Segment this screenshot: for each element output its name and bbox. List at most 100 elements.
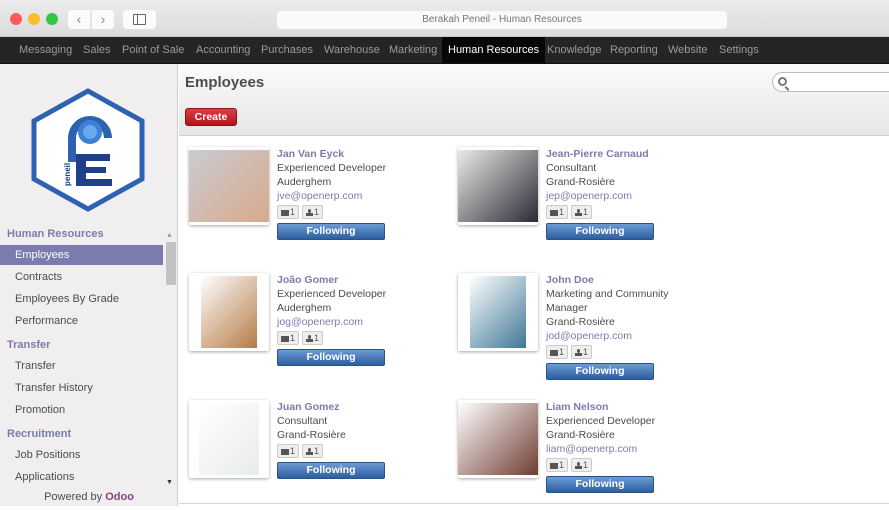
menu-sales[interactable]: Sales (83, 37, 111, 63)
sidebar-item-transfer[interactable]: Transfer (0, 356, 163, 376)
menu-website[interactable]: Website (668, 37, 708, 63)
menu-point-of-sale[interactable]: Point of Sale (122, 37, 184, 63)
menu-marketing[interactable]: Marketing (389, 37, 437, 63)
employee-photo[interactable] (189, 273, 269, 351)
messages-badge[interactable]: 1 (546, 345, 569, 359)
employee-photo[interactable] (458, 400, 538, 478)
employee-email[interactable]: jog@openerp.com (277, 315, 386, 329)
message-icon (550, 349, 558, 356)
close-window-button[interactable] (10, 13, 22, 25)
messages-badge[interactable]: 1 (277, 444, 300, 458)
employee-card[interactable]: John Doe Marketing and Community Manager G… (458, 273, 718, 383)
employee-name[interactable]: John Doe (546, 273, 676, 287)
employee-name[interactable]: Liam Nelson (546, 400, 655, 414)
followers-badge[interactable]: 1 (302, 205, 324, 219)
employee-name[interactable]: Jan Van Eyck (277, 147, 386, 161)
left-sidebar: peneil Human Resources Employees Contrac… (0, 64, 178, 506)
followers-badge[interactable]: 1 (571, 458, 593, 472)
page-title: Employees (185, 74, 265, 91)
employee-job: Consultant (277, 415, 328, 427)
powered-by-label: Powered by (44, 491, 103, 503)
employee-card[interactable]: Jean-Pierre Carnaud Consultant Grand-Rosiè… (458, 147, 718, 257)
employee-email[interactable]: jve@openerp.com (277, 189, 386, 203)
section-human-resources: Human Resources (7, 228, 104, 240)
following-button[interactable]: Following (546, 476, 654, 493)
employee-card[interactable]: Jan Van Eyck Experienced Developer Audergh… (189, 147, 449, 257)
employee-info: Liam Nelson Experienced Developer Grand-Ro… (546, 400, 655, 493)
following-button[interactable]: Following (277, 349, 385, 366)
employee-card[interactable]: Liam Nelson Experienced Developer Grand-Ro… (458, 400, 718, 510)
sidebar-item-job-positions[interactable]: Job Positions (0, 445, 163, 465)
menu-accounting[interactable]: Accounting (196, 37, 250, 63)
employee-photo[interactable] (189, 400, 269, 478)
messages-count: 1 (290, 333, 296, 343)
followers-count: 1 (314, 446, 320, 456)
employee-job: Experienced Developer (546, 415, 656, 427)
employee-card[interactable]: Juan Gomez Consultant Grand-Rosière 1 1 Follo… (189, 400, 449, 510)
maximize-window-button[interactable] (46, 13, 58, 25)
employee-photo[interactable] (189, 147, 269, 225)
employee-email[interactable]: liam@openerp.com (546, 442, 655, 456)
followers-badge[interactable]: 1 (302, 444, 324, 458)
top-menu: Messaging Sales Point of Sale Accounting… (0, 37, 889, 64)
menu-reporting[interactable]: Reporting (610, 37, 658, 63)
following-button[interactable]: Following (546, 363, 654, 380)
menu-warehouse[interactable]: Warehouse (324, 37, 380, 63)
employee-photo[interactable] (458, 273, 538, 351)
menu-knowledge[interactable]: Knowledge (547, 37, 601, 63)
employee-info: Jan Van Eyck Experienced Developer Audergh… (277, 147, 386, 240)
sidebar-toggle-button[interactable] (123, 10, 156, 29)
back-button[interactable]: ‹ (68, 10, 90, 29)
menu-settings[interactable]: Settings (719, 37, 759, 63)
employee-badges: 11 (277, 444, 385, 460)
followers-count: 1 (314, 333, 320, 343)
following-button[interactable]: Following (277, 223, 385, 240)
employee-email[interactable]: jep@openerp.com (546, 189, 654, 203)
employee-name[interactable]: João Gomer (277, 273, 386, 287)
chevron-right-icon: › (100, 11, 106, 27)
menu-human-resources[interactable]: Human Resources (442, 37, 546, 63)
company-logo[interactable]: peneil (30, 88, 146, 212)
employee-photo[interactable] (458, 147, 538, 225)
menu-messaging[interactable]: Messaging (19, 37, 72, 63)
following-button[interactable]: Following (546, 223, 654, 240)
messages-badge[interactable]: 1 (546, 205, 569, 219)
scroll-down-arrow-icon[interactable]: ▼ (166, 479, 173, 486)
messages-badge[interactable]: 1 (546, 458, 569, 472)
odoo-link[interactable]: Odoo (105, 491, 134, 503)
sidebar-item-applications[interactable]: Applications (0, 467, 163, 487)
employee-name[interactable]: Jean-Pierre Carnaud (546, 147, 654, 161)
scroll-up-arrow-icon[interactable]: ▲ (166, 232, 173, 239)
window-title: Berakah Peneil - Human Resources (422, 14, 582, 25)
employee-location: Grand-Rosière (277, 429, 346, 441)
employee-name[interactable]: Juan Gomez (277, 400, 385, 414)
sidebar-item-contracts[interactable]: Contracts (0, 267, 163, 287)
sidebar-item-promotion[interactable]: Promotion (0, 400, 163, 420)
forward-button[interactable]: › (92, 10, 114, 29)
followers-badge[interactable]: 1 (571, 205, 593, 219)
employee-badges: 11 (546, 458, 655, 474)
employee-photo-image (201, 276, 257, 348)
messages-badge[interactable]: 1 (277, 331, 300, 345)
employee-email[interactable]: jod@openerp.com (546, 329, 676, 343)
search-icon (778, 77, 787, 86)
followers-badge[interactable]: 1 (571, 345, 593, 359)
messages-badge[interactable]: 1 (277, 205, 300, 219)
search-input[interactable] (772, 72, 889, 92)
employee-photo-image (458, 150, 538, 222)
sidebar-item-employees-by-grade[interactable]: Employees By Grade (0, 289, 163, 309)
sidebar-item-performance[interactable]: Performance (0, 311, 163, 331)
menu-purchases[interactable]: Purchases (261, 37, 313, 63)
user-icon (575, 461, 583, 470)
sidebar-item-employees[interactable]: Employees (0, 245, 163, 265)
sidebar-scrollbar-thumb[interactable] (166, 242, 176, 285)
minimize-window-button[interactable] (28, 13, 40, 25)
sidebar-item-transfer-history[interactable]: Transfer History (0, 378, 163, 398)
employee-job: Marketing and Community Manager (546, 288, 669, 314)
following-button[interactable]: Following (277, 462, 385, 479)
employee-card[interactable]: João Gomer Experienced Developer Auderghem… (189, 273, 449, 383)
followers-badge[interactable]: 1 (302, 331, 324, 345)
address-bar[interactable]: Berakah Peneil - Human Resources (277, 11, 727, 29)
create-button[interactable]: Create (185, 108, 237, 126)
logo-text: peneil (63, 163, 72, 186)
